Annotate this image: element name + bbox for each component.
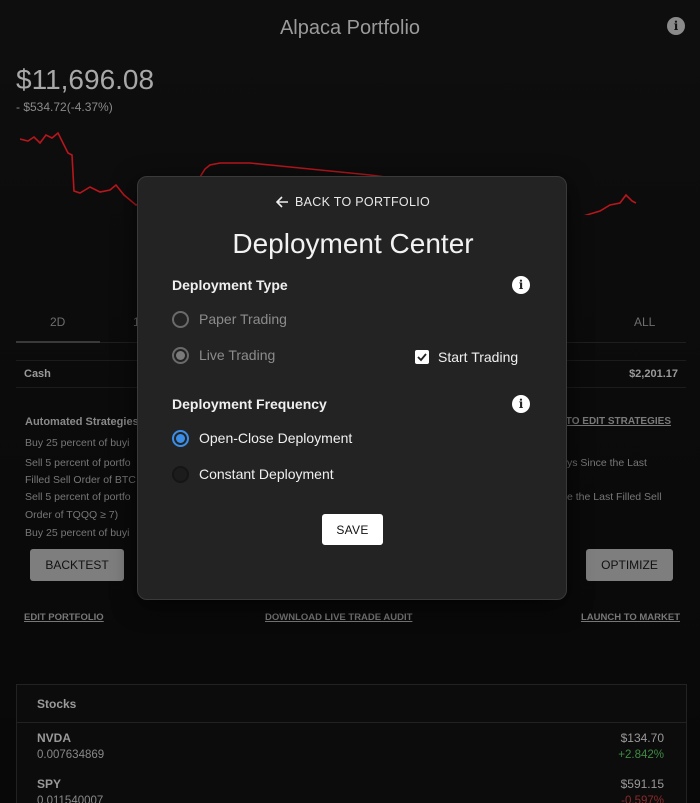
stock-quantity: 0.007634869 [37, 749, 105, 761]
strategy-line: Sell 5 percent of portfo [25, 457, 131, 469]
strategies-title: Automated Strategies [25, 416, 139, 428]
stocks-table: Stocks NVDA 0.007634869 $134.70 +2.842% … [16, 684, 687, 803]
stocks-header: Stocks [17, 685, 686, 723]
portfolio-change: - $534.72(-4.37%) [16, 100, 113, 114]
stock-change: -0.597% [621, 795, 664, 803]
cash-value: $2,201.17 [629, 368, 678, 380]
radio-circle[interactable] [172, 466, 189, 483]
edit-portfolio-link[interactable]: EDIT PORTFOLIO [24, 612, 104, 623]
optimize-button[interactable]: OPTIMIZE [586, 549, 673, 581]
table-row[interactable]: NVDA 0.007634869 $134.70 +2.842% [17, 723, 686, 769]
start-trading-label: Start Trading [438, 349, 519, 365]
portfolio-value: $11,696.08 [16, 64, 155, 95]
arrow-left-icon [275, 196, 288, 208]
info-icon[interactable]: i [512, 395, 530, 413]
backtest-button[interactable]: BACKTEST [30, 549, 124, 581]
stock-symbol: NVDA [37, 731, 72, 745]
range-tab-2d[interactable]: 2D [50, 315, 65, 329]
stock-change: +2.842% [618, 749, 664, 761]
stock-price: $591.15 [620, 777, 664, 791]
deployment-frequency-title: Deployment Frequency [172, 396, 327, 412]
radio-label: Open-Close Deployment [199, 430, 353, 446]
strategy-line: Sell 5 percent of portfo [25, 491, 131, 503]
info-icon[interactable]: i [512, 276, 530, 294]
checkbox-box[interactable] [415, 350, 429, 364]
table-row[interactable]: SPY 0.011540007 $591.15 -0.597% [17, 769, 686, 803]
strategy-line: ys Since the Last [567, 457, 647, 469]
radio-circle[interactable] [172, 430, 189, 447]
range-tab-all[interactable]: ALL [634, 315, 655, 329]
modal-title: Deployment Center [232, 228, 474, 259]
launch-to-market-link[interactable]: LAUNCH TO MARKET [581, 612, 680, 623]
radio-label: Constant Deployment [199, 466, 334, 482]
strategy-line: e the Last Filled Sell [567, 491, 662, 503]
radio-circle[interactable] [172, 347, 189, 364]
info-icon[interactable]: i [667, 17, 685, 35]
back-to-portfolio-label: BACK TO PORTFOLIO [295, 195, 430, 209]
download-audit-link[interactable]: DOWNLOAD LIVE TRADE AUDIT [265, 612, 412, 623]
strategy-line: Buy 25 percent of buyi [25, 437, 130, 449]
deployment-center-modal: BACK TO PORTFOLIO Deployment Center Depl… [137, 176, 567, 600]
back-to-portfolio-link[interactable]: BACK TO PORTFOLIO [138, 195, 568, 209]
strategy-line: Filled Sell Order of BTC [25, 474, 136, 486]
cash-label: Cash [24, 368, 51, 380]
strategy-line: Order of TQQQ ≥ 7) [25, 509, 119, 521]
deployment-type-title: Deployment Type [172, 277, 288, 293]
app-title: Alpaca Portfolio [279, 17, 421, 39]
save-button[interactable]: SAVE [322, 514, 383, 545]
radio-label: Live Trading [199, 347, 276, 363]
strategy-line: Buy 25 percent of buyi [25, 527, 130, 539]
edit-strategies-link[interactable]: TO EDIT STRATEGIES [566, 416, 671, 427]
stock-price: $134.70 [620, 731, 664, 745]
check-icon [417, 353, 427, 362]
stock-symbol: SPY [37, 777, 62, 791]
stock-quantity: 0.011540007 [37, 795, 104, 803]
radio-circle[interactable] [172, 311, 189, 328]
radio-label: Paper Trading [199, 311, 287, 327]
range-tab-underline [16, 341, 100, 343]
